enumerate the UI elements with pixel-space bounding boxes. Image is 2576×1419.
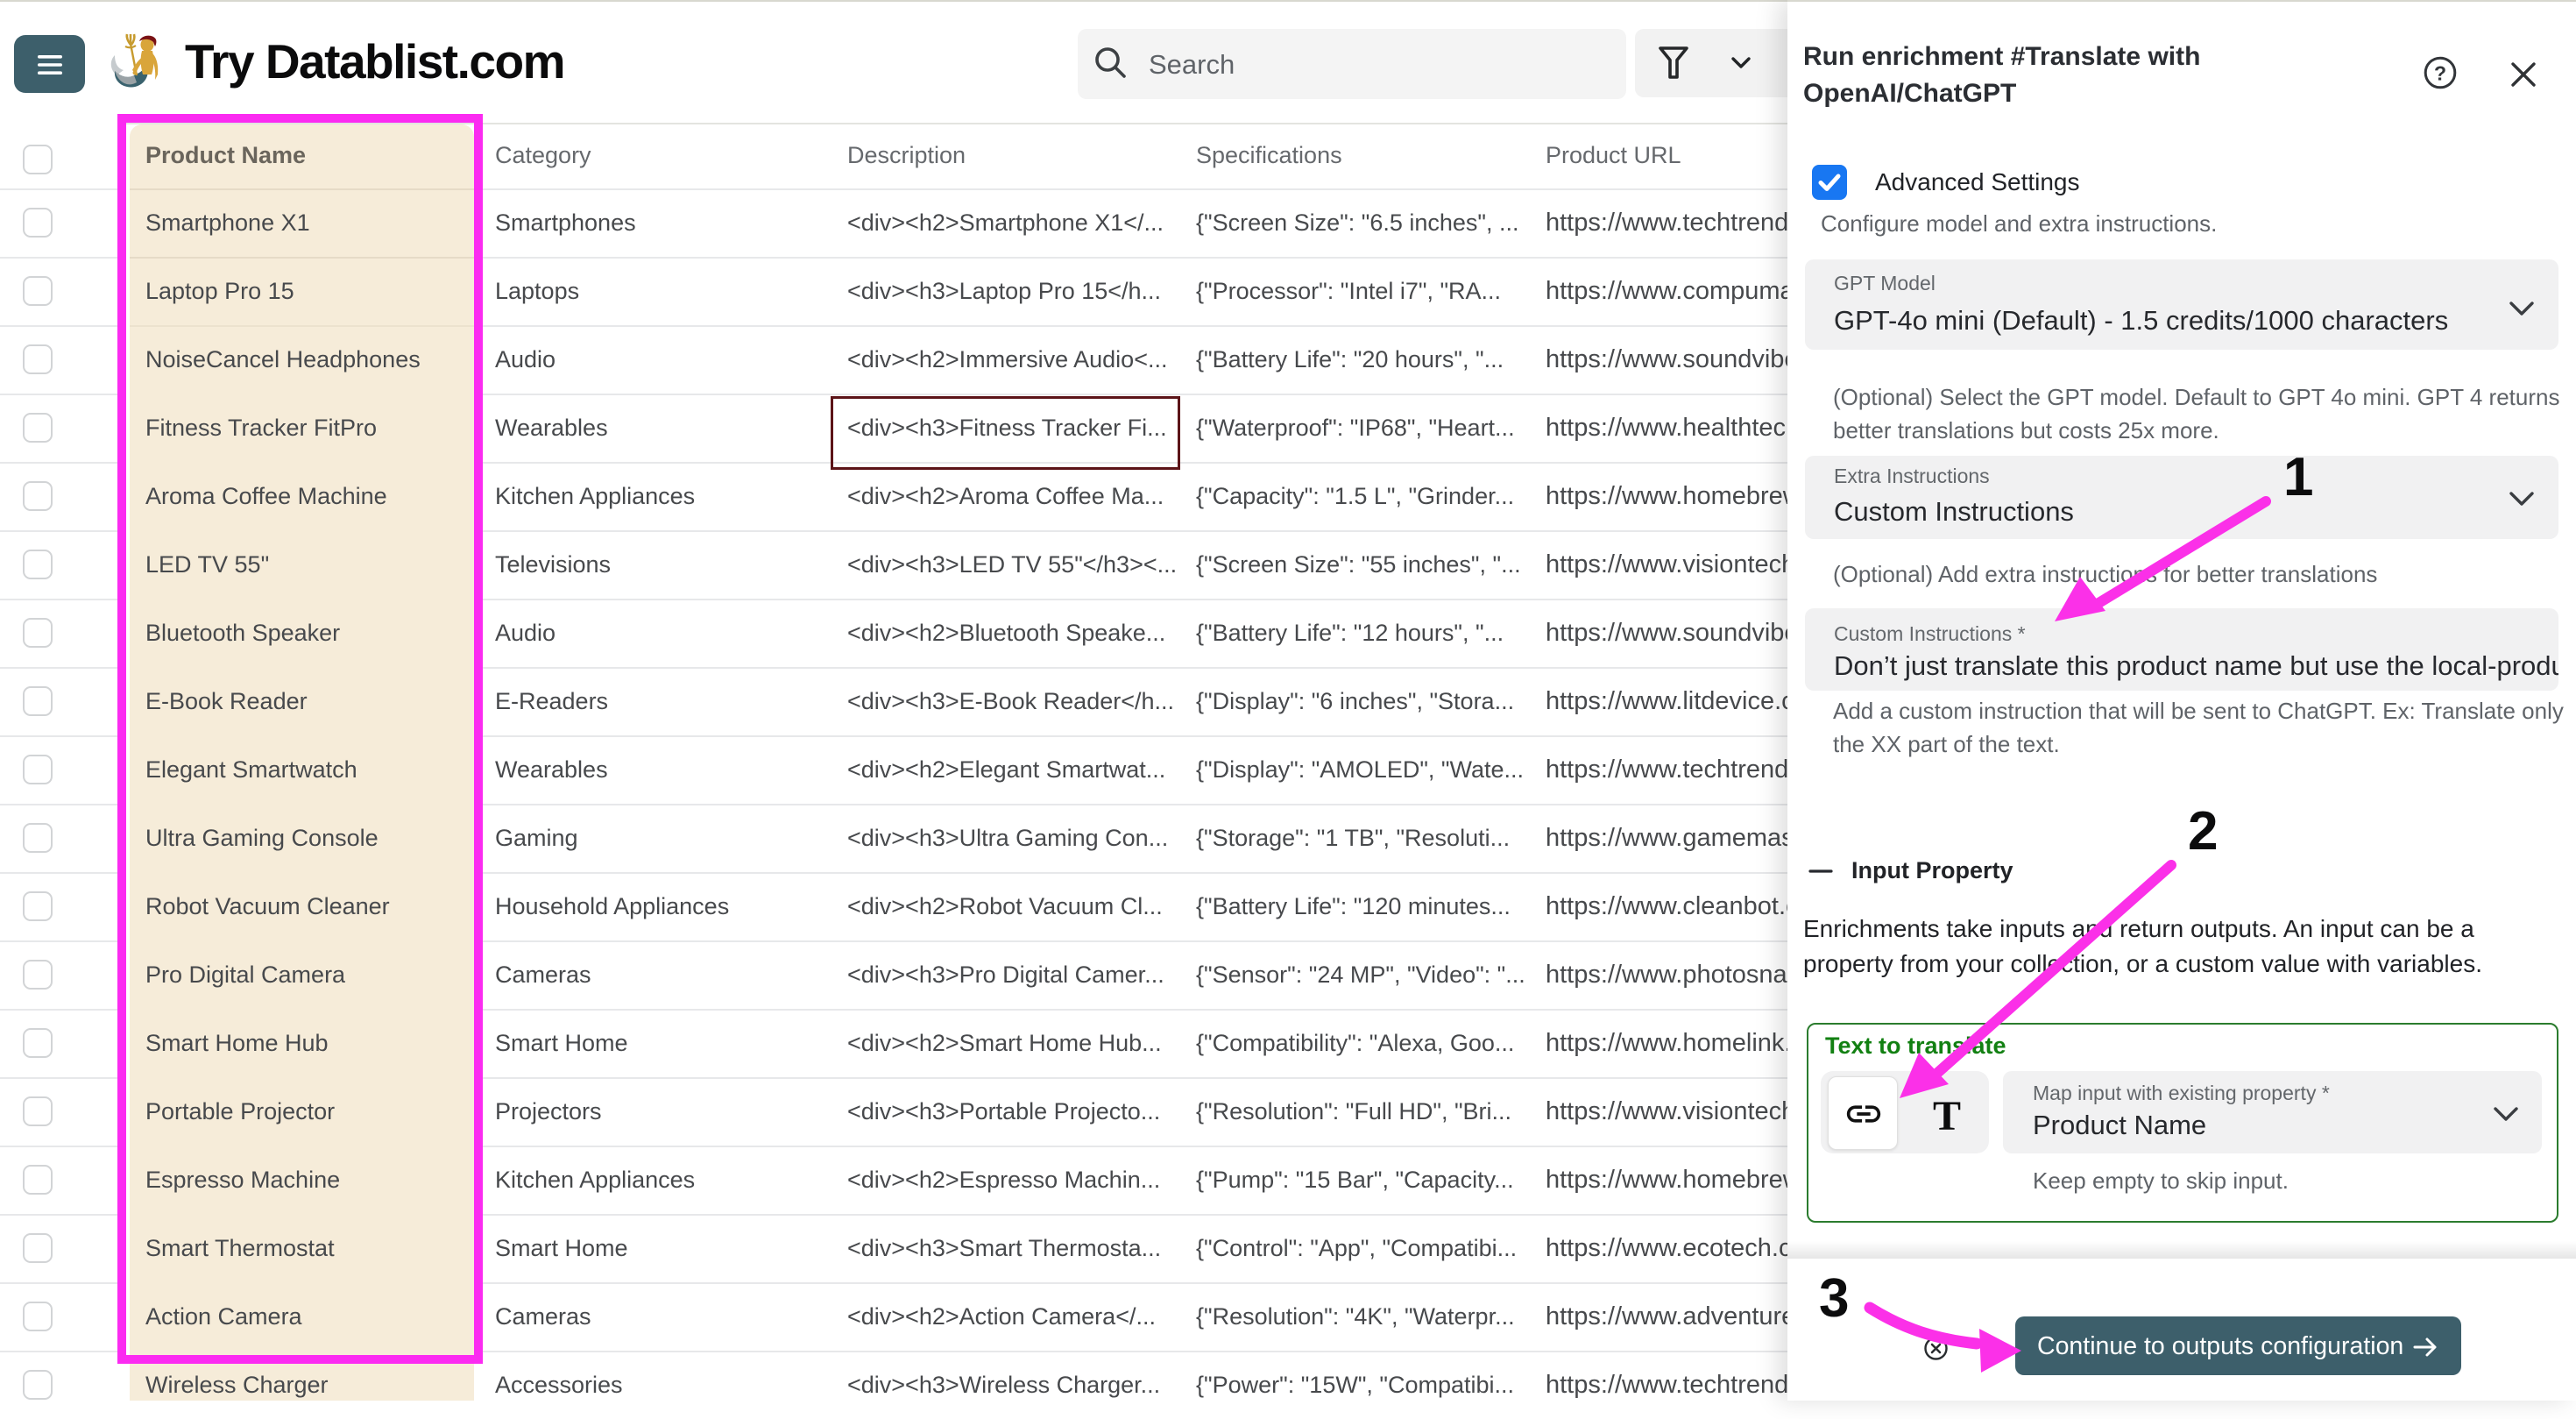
svg-text:?: ?	[2434, 62, 2446, 85]
